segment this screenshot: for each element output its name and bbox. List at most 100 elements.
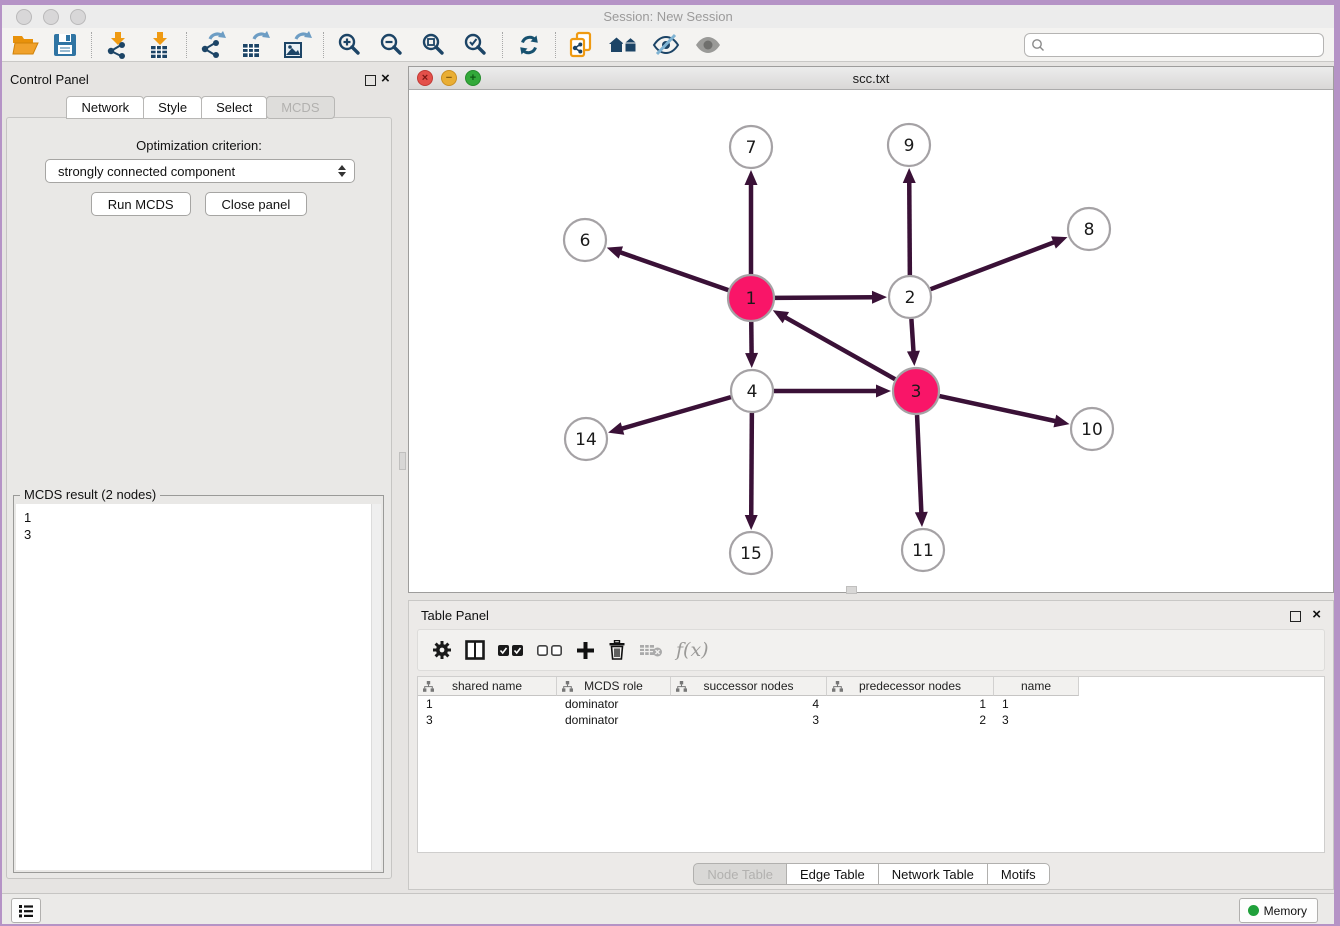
save-session-button[interactable] xyxy=(48,30,82,60)
home-button[interactable] xyxy=(607,30,641,60)
node-label: 9 xyxy=(904,136,915,156)
memory-button[interactable]: Memory xyxy=(1239,898,1318,923)
column-header-name[interactable]: name xyxy=(994,677,1079,696)
graph-edge-1-2[interactable] xyxy=(775,297,875,298)
toolbar-divider xyxy=(502,32,503,58)
cell-successor-nodes: 3 xyxy=(671,712,827,728)
node-label: 14 xyxy=(575,430,597,450)
show-details-button[interactable] xyxy=(691,30,725,60)
tab-mcds[interactable]: MCDS xyxy=(266,96,334,119)
network-window-titlebar[interactable]: × − + scc.txt xyxy=(409,67,1333,90)
table-settings-button[interactable] xyxy=(432,637,452,663)
graph-edge-3-11[interactable] xyxy=(917,415,921,515)
node-label: 10 xyxy=(1081,420,1103,440)
table-row[interactable]: 1dominator411 xyxy=(418,696,1324,712)
delete-table-button[interactable] xyxy=(639,637,663,663)
table-panel-close-icon[interactable]: × xyxy=(1312,606,1321,623)
tab-motifs[interactable]: Motifs xyxy=(987,863,1050,885)
tab-select[interactable]: Select xyxy=(201,96,267,119)
open-session-button[interactable] xyxy=(8,30,42,60)
export-network-button[interactable] xyxy=(196,30,230,60)
show-panels-button[interactable] xyxy=(11,898,41,923)
window-border-top xyxy=(0,0,1340,5)
result-scrollbar[interactable] xyxy=(371,504,381,870)
duplicate-network-button[interactable] xyxy=(565,30,599,60)
graph-node-1[interactable]: 1 xyxy=(728,275,774,321)
graph-node-15[interactable]: 15 xyxy=(730,532,772,574)
tab-network-table[interactable]: Network Table xyxy=(878,863,988,885)
edge-arrowhead xyxy=(607,246,623,258)
refresh-button[interactable] xyxy=(512,30,546,60)
export-table-icon xyxy=(240,31,270,59)
criterion-dropdown[interactable]: strongly connected component xyxy=(45,159,355,183)
zoom-fit-button[interactable] xyxy=(417,30,451,60)
graph-edge-2-3[interactable] xyxy=(911,319,913,354)
select-all-button[interactable] xyxy=(498,637,524,663)
graph-edge-3-10[interactable] xyxy=(939,396,1057,422)
control-panel-close-icon[interactable]: × xyxy=(381,70,390,87)
graph-node-3[interactable]: 3 xyxy=(893,368,939,414)
graph-node-4[interactable]: 4 xyxy=(731,370,773,412)
network-canvas[interactable]: 7 9 6 8 1 2 4 3 14 10 15 11 xyxy=(409,89,1333,592)
cell-mcds-role: dominator xyxy=(557,712,671,728)
tab-network[interactable]: Network xyxy=(66,96,144,119)
import-network-button[interactable] xyxy=(101,30,135,60)
import-table-button[interactable] xyxy=(143,30,177,60)
table-toolbar: f(x) xyxy=(417,629,1325,671)
tab-edge-table[interactable]: Edge Table xyxy=(786,863,879,885)
zoom-in-button[interactable] xyxy=(333,30,367,60)
splitter-grip[interactable] xyxy=(399,452,406,470)
graph-node-7[interactable]: 7 xyxy=(730,126,772,168)
graph-node-11[interactable]: 11 xyxy=(902,529,944,571)
edge-arrowhead xyxy=(915,512,928,527)
column-header-predecessor-nodes[interactable]: predecessor nodes xyxy=(827,677,994,696)
graph-node-2[interactable]: 2 xyxy=(889,276,931,318)
cell-mcds-role: dominator xyxy=(557,696,671,712)
export-image-button[interactable] xyxy=(280,30,314,60)
graph-node-9[interactable]: 9 xyxy=(888,124,930,166)
zoom-fit-icon xyxy=(421,32,447,58)
edge-arrowhead xyxy=(608,422,624,434)
hide-details-button[interactable] xyxy=(649,30,683,60)
search-input[interactable] xyxy=(1045,37,1323,53)
zoom-out-button[interactable] xyxy=(375,30,409,60)
export-table-button[interactable] xyxy=(238,30,272,60)
graph-node-14[interactable]: 14 xyxy=(565,418,607,460)
graph-edge-2-9[interactable] xyxy=(909,180,910,275)
delete-row-button[interactable] xyxy=(608,637,626,663)
graph-node-8[interactable]: 8 xyxy=(1068,208,1110,250)
mcds-result-area[interactable]: 13 xyxy=(16,504,381,870)
tab-style[interactable]: Style xyxy=(143,96,202,119)
run-mcds-button[interactable]: Run MCDS xyxy=(91,192,191,216)
tab-node-table[interactable]: Node Table xyxy=(693,863,787,885)
toggle-column-view-button[interactable] xyxy=(465,637,485,663)
graph-node-10[interactable]: 10 xyxy=(1071,408,1113,450)
column-header-mcds-role[interactable]: MCDS role xyxy=(557,677,671,696)
column-header-successor-nodes[interactable]: successor nodes xyxy=(671,677,827,696)
graph-edge-4-15[interactable] xyxy=(751,413,752,518)
graph-edge-2-8[interactable] xyxy=(931,241,1057,289)
import-table-icon xyxy=(146,31,174,59)
result-line: 1 xyxy=(24,509,381,526)
add-row-button[interactable] xyxy=(576,637,595,663)
zoom-selected-button[interactable] xyxy=(459,30,493,60)
graph-edge-4-14[interactable] xyxy=(620,397,731,429)
column-header-shared-name[interactable]: shared name xyxy=(418,677,557,696)
zoom-out-icon xyxy=(379,32,405,58)
node-label: 1 xyxy=(746,289,757,309)
columns-icon xyxy=(465,640,485,660)
edge-arrowhead xyxy=(1051,236,1067,248)
graph-node-6[interactable]: 6 xyxy=(564,219,606,261)
graph-edge-1-6[interactable] xyxy=(618,252,728,291)
search-field[interactable] xyxy=(1024,33,1324,57)
network-resize-grip[interactable] xyxy=(846,586,857,594)
edge-arrowhead xyxy=(872,291,887,304)
table-panel-float-icon[interactable] xyxy=(1290,611,1301,622)
table-row[interactable]: 3dominator323 xyxy=(418,712,1324,728)
control-panel-float-icon[interactable] xyxy=(365,75,376,86)
toolbar-divider xyxy=(555,32,556,58)
graph-edge-3-1[interactable] xyxy=(783,316,895,379)
close-panel-button[interactable]: Close panel xyxy=(205,192,308,216)
function-builder-button[interactable]: f(x) xyxy=(676,637,709,663)
deselect-all-button[interactable] xyxy=(537,637,563,663)
